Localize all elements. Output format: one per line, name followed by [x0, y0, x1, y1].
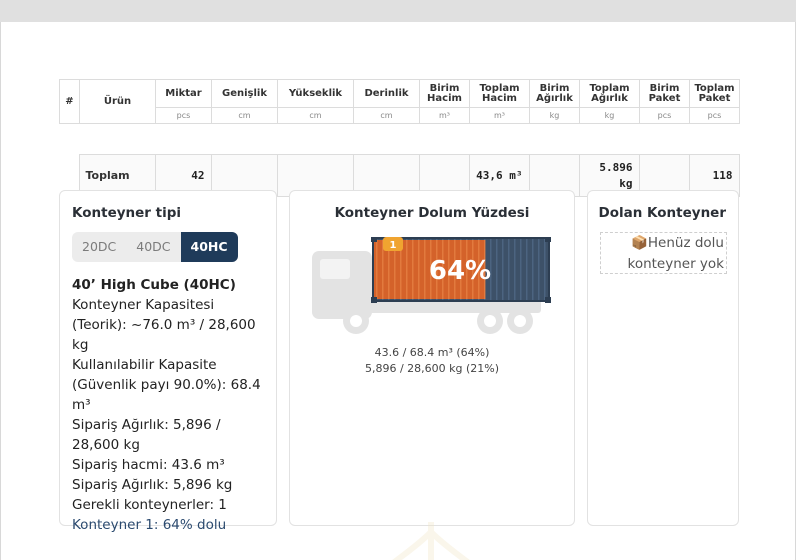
fill-volume-text: 43.6 / 68.4 m³ (64%) — [374, 346, 490, 359]
package-icon: 📦 — [631, 235, 648, 251]
capacity-theoretical: Konteyner Kapasitesi (Teorik): ~76.0 m³ … — [72, 297, 256, 353]
container-type-card: Konteyner tipi 20DC 40DC 40HC 40’ High C… — [59, 190, 277, 533]
capacity-usable: Kullanılabilir Kapasite (Güvenlik payı 9… — [72, 357, 261, 413]
container-details: 40’ High Cube (40HC) Konteyner Kapasites… — [72, 275, 272, 535]
col-header-width: Genişlik — [211, 79, 278, 108]
unit-total-package: pcs — [689, 107, 740, 124]
fill-percent-label: 64% — [429, 256, 491, 286]
unit-total-weight: kg — [579, 107, 640, 124]
unit-unit-package: pcs — [639, 107, 690, 124]
full-containers-title: Dolan Konteyner — [598, 205, 726, 221]
option-40hc-button[interactable]: 40HC — [180, 232, 238, 262]
col-header-total-volume: Toplam Hacim — [469, 79, 530, 108]
total-weight-value: 5.896 — [599, 160, 633, 174]
unit-total-volume: m³ — [469, 107, 530, 124]
order-weight: Sipariş Ağırlık: 5,896 kg — [72, 477, 233, 493]
products-table: # Ürün Miktar Genişlik Yükseklik Derinli… — [59, 79, 740, 124]
empty-state: 📦Henüz dolu konteyner yok — [600, 232, 727, 274]
container-fill-status: Konteyner 1: 64% dolu — [72, 517, 227, 533]
col-header-unit-volume: Birim Hacim — [419, 79, 470, 108]
unit-depth: cm — [353, 107, 420, 124]
container-type-title: Konteyner tipi — [72, 205, 182, 221]
background-watermark — [392, 522, 470, 560]
container-number-badge-text: 1 — [390, 240, 397, 251]
order-volume: Sipariş hacmi: 43.6 m³ — [72, 457, 225, 473]
col-header-unit-weight: Birim Ağırlık — [529, 79, 580, 108]
fill-percentage-title: Konteyner Dolum Yüzdesi — [334, 205, 530, 221]
col-header-quantity: Miktar — [155, 79, 212, 108]
col-header-unit-package: Birim Paket — [639, 79, 690, 108]
fill-percentage-card: Konteyner Dolum Yüzdesi 1 64% 43.6 / 68.… — [289, 190, 575, 526]
full-containers-card: Dolan Konteyner 📦Henüz dolu konteyner yo… — [587, 190, 739, 526]
col-header-depth: Derinlik — [353, 79, 420, 108]
fill-weight-text: 5,896 / 28,600 kg (21%) — [364, 362, 500, 375]
required-containers: Gerekli konteynerler: 1 — [72, 497, 227, 513]
unit-height: cm — [277, 107, 354, 124]
container-type-selector: 20DC 40DC 40HC — [72, 232, 238, 262]
unit-unit-weight: kg — [529, 107, 580, 124]
unit-width: cm — [211, 107, 278, 124]
unit-unit-volume: m³ — [419, 107, 470, 124]
page-content: # Ürün Miktar Genişlik Yükseklik Derinli… — [0, 22, 796, 560]
order-weight-ratio: Sipariş Ağırlık: 5,896 / 28,600 kg — [72, 417, 221, 453]
col-header-total-package: Toplam Paket — [689, 79, 740, 108]
col-header-index: # — [59, 79, 80, 124]
container-name: 40’ High Cube (40HC) — [72, 277, 236, 293]
col-header-product: Ürün — [79, 79, 156, 124]
option-40dc-button[interactable]: 40DC — [126, 232, 180, 262]
col-header-height: Yükseklik — [277, 79, 354, 108]
truck-container-graphic: 1 64% — [312, 237, 551, 334]
unit-quantity: pcs — [155, 107, 212, 124]
option-20dc-button[interactable]: 20DC — [72, 232, 126, 262]
browser-top-bar — [0, 0, 796, 22]
fill-stats: 43.6 / 68.4 m³ (64%) 5,896 / 28,600 kg (… — [290, 345, 574, 377]
col-header-total-weight: Toplam Ağırlık — [579, 79, 640, 108]
